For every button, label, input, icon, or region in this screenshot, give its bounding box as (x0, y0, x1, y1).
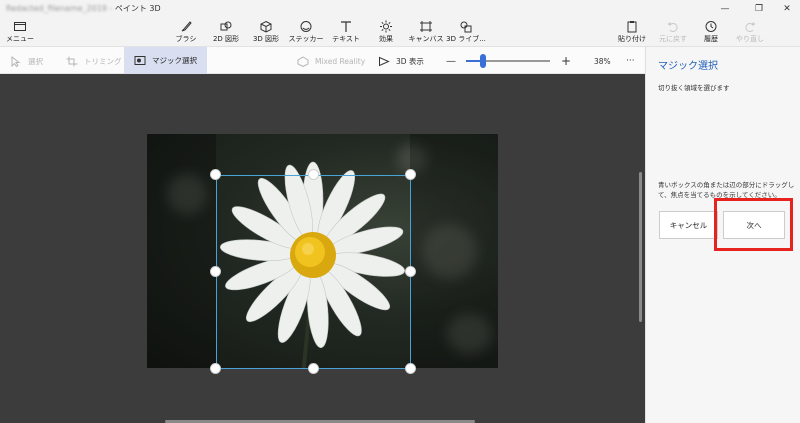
2d-shapes-label: 2D 図形 (212, 35, 240, 43)
magic-select-label: マジック選択 (152, 56, 197, 65)
panel-subtitle: 切り抜く領域を選びます (658, 84, 730, 92)
window-title: Redacted_filename_2019 - ペイント 3D (6, 3, 161, 14)
paste-label: 貼り付け (618, 35, 646, 43)
redo-label: やり直し (736, 35, 764, 43)
brush-icon (181, 21, 192, 32)
text-label: テキスト (332, 35, 360, 43)
close-button[interactable]: ✕ (772, 0, 800, 18)
maximize-button[interactable]: ❐ (744, 0, 774, 18)
3d-shapes-icon (260, 20, 272, 33)
folder-icon (14, 22, 26, 31)
panel-title: マジック選択 (658, 61, 718, 72)
3d-library-tool-button[interactable]: 3D ライブ... (443, 20, 489, 44)
menu-label: メニュー (6, 35, 34, 43)
3d-shapes-label: 3D 図形 (252, 35, 280, 43)
window-title-filename: Redacted_filename_2019 - (6, 4, 115, 13)
selection-box[interactable] (216, 175, 411, 369)
history-label: 履歴 (704, 35, 718, 43)
selection-handle-top-right[interactable] (405, 169, 416, 180)
stickers-icon (300, 21, 312, 32)
cancel-button[interactable]: キャンセル (659, 211, 718, 239)
mixed-reality-icon (297, 55, 309, 67)
panel-instruction: 青いボックスの角または辺の部分にドラッグして、焦点を当てるものを示してください。 (658, 181, 795, 199)
title-bar: Redacted_filename_2019 - ペイント 3D — ❐ ✕ (0, 0, 800, 18)
selection-handle-bottom[interactable] (308, 363, 319, 374)
outside-selection-mask (410, 134, 498, 368)
selection-handle-top-left[interactable] (210, 169, 221, 180)
selection-handle-right[interactable] (405, 266, 416, 277)
vertical-scrollbar[interactable] (639, 172, 642, 322)
effects-icon (380, 20, 392, 33)
outside-selection-mask (147, 134, 216, 368)
redo-icon (745, 22, 756, 32)
3d-library-label: 3D ライブ... (446, 35, 486, 43)
magic-select-icon (134, 56, 146, 65)
cursor-icon (11, 55, 21, 67)
3d-view-label: 3D 表示 (396, 56, 424, 66)
selection-handle-bottom-left[interactable] (210, 363, 221, 374)
3d-view-button[interactable]: 3D 表示 (378, 52, 424, 70)
zoom-slider[interactable] (466, 54, 550, 68)
zoom-slider-thumb[interactable] (479, 54, 486, 68)
window-title-app: ペイント 3D (114, 4, 161, 13)
zoom-level: 38% (594, 56, 611, 66)
text-icon (341, 21, 351, 32)
next-button-highlight (714, 198, 793, 251)
canvas-icon (420, 21, 432, 32)
effects-label: 効果 (379, 35, 393, 43)
history-icon (705, 21, 717, 32)
crop-label: トリミング (84, 56, 122, 66)
selection-handle-left[interactable] (210, 266, 221, 277)
crop-button[interactable]: トリミング (66, 52, 122, 70)
magic-select-button[interactable]: マジック選択 (124, 47, 207, 74)
2d-shapes-icon (220, 21, 232, 31)
undo-icon (667, 22, 678, 32)
mixed-reality-label: Mixed Reality (315, 56, 366, 66)
selection-handle-bottom-right[interactable] (405, 363, 416, 374)
paste-button[interactable]: 貼り付け (609, 20, 655, 44)
undo-label: 元に戻す (659, 35, 687, 43)
zoom-in-button[interactable]: + (561, 52, 571, 70)
more-options-button[interactable]: ··· (626, 52, 635, 70)
brush-label: ブラシ (175, 35, 197, 43)
select-button[interactable]: 選択 (10, 52, 43, 70)
main-ribbon: メニュー ブラシ 2D 図形 3D 図形 ステッカー テキスト 効果 キャンバス… (0, 18, 800, 47)
zoom-out-button[interactable]: — (446, 52, 456, 70)
mixed-reality-button[interactable]: Mixed Reality (297, 52, 365, 70)
magic-select-toolbar: 選択 トリミング マジック選択 Mixed Reality 3D 表示 — + … (0, 47, 645, 74)
selection-handle-top[interactable] (308, 169, 319, 180)
3d-view-icon (379, 56, 390, 66)
redo-button[interactable]: やり直し (727, 20, 773, 44)
menu-button[interactable]: メニュー (0, 20, 43, 44)
3d-library-icon (460, 21, 472, 33)
minimize-button[interactable]: — (710, 0, 740, 18)
paste-icon (627, 21, 637, 33)
canvas-label: キャンバス (408, 35, 444, 43)
stickers-label: ステッカー (288, 35, 324, 43)
select-label: 選択 (28, 56, 43, 66)
crop-icon (66, 56, 78, 66)
